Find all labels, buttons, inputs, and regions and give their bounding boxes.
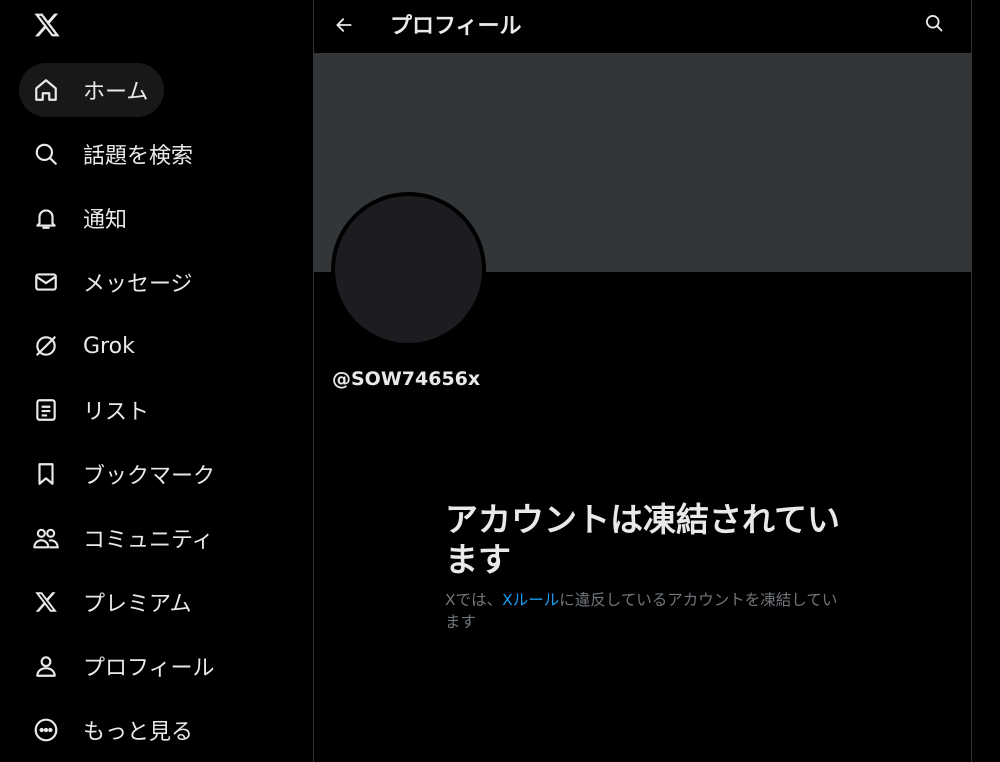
sidebar-item-bookmarks[interactable]: ブックマーク: [19, 447, 231, 501]
search-icon: [31, 139, 61, 169]
suspended-description: Xでは、Xルールに違反しているアカウントを凍結しています: [445, 589, 845, 633]
sidebar-item-label: ホーム: [83, 80, 149, 105]
more-circle-icon: [31, 715, 61, 745]
search-button[interactable]: [917, 6, 951, 40]
suspended-desc-prefix: Xでは、: [445, 591, 503, 609]
bookmark-icon: [31, 459, 61, 489]
person-icon: [31, 651, 61, 681]
x-logo-icon[interactable]: [30, 8, 64, 42]
sidebar-item-notifications[interactable]: 通知: [19, 191, 143, 245]
sidebar-item-home[interactable]: ホーム: [19, 63, 165, 117]
sidebar-item-messages[interactable]: メッセージ: [19, 255, 209, 309]
back-button[interactable]: [327, 8, 361, 42]
avatar: [331, 192, 486, 347]
sidebar-item-label: メッセージ: [83, 272, 193, 297]
profile-header: プロフィール: [313, 0, 972, 53]
sidebar-item-communities[interactable]: コミュニティ: [19, 511, 230, 565]
sidebar-item-label: ブックマーク: [83, 464, 216, 489]
x-premium-icon: [31, 587, 61, 617]
sidebar-item-lists[interactable]: リスト: [19, 383, 165, 437]
community-icon: [31, 523, 61, 553]
sidebar-nav: ホーム 話題を検索 通知 メッセージ Grok リスト ブックマーク コミュニテ…: [0, 0, 313, 762]
sidebar-item-grok[interactable]: Grok: [19, 319, 151, 373]
bell-icon: [31, 203, 61, 233]
sidebar-item-label: もっと見る: [83, 720, 194, 745]
sidebar-item-premium[interactable]: プレミアム: [19, 575, 207, 629]
envelope-icon: [31, 267, 61, 297]
sidebar-item-more[interactable]: もっと見る: [19, 703, 209, 757]
grok-icon: [31, 331, 61, 361]
sidebar-item-explore[interactable]: 話題を検索: [19, 127, 209, 181]
sidebar-item-label: プロフィール: [83, 656, 215, 681]
profile-handle: @SOW74656x: [332, 368, 481, 390]
sidebar-item-label: 話題を検索: [83, 144, 194, 169]
sidebar-item-label: 通知: [83, 208, 128, 233]
page-title: プロフィール: [390, 14, 522, 39]
sidebar-item-label: プレミアム: [83, 592, 192, 617]
suspended-title: アカウントは凍結されています: [445, 500, 841, 579]
home-icon: [31, 75, 61, 105]
sidebar-item-label: Grok: [83, 333, 135, 359]
sidebar-item-label: リスト: [83, 400, 150, 425]
x-rules-link[interactable]: Xルール: [502, 591, 559, 609]
sidebar-item-profile[interactable]: プロフィール: [19, 639, 231, 693]
sidebar-item-label: コミュニティ: [83, 528, 214, 553]
list-icon: [31, 395, 61, 425]
